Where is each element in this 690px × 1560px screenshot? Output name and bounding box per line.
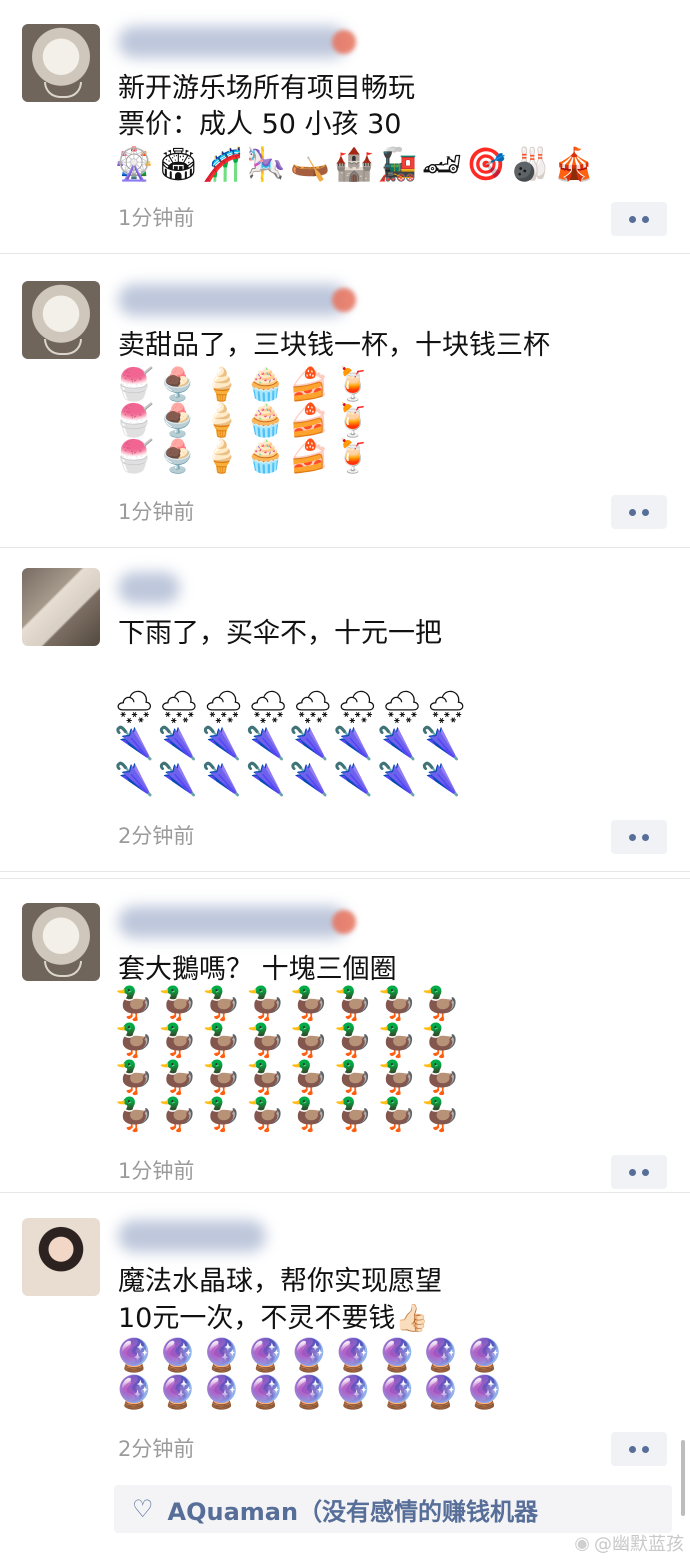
comment-text-line: 票价：成人 50 小孩 30 (118, 109, 402, 140)
emoji-row: 🍧🍨🍦🧁🍰🍹 (114, 401, 378, 439)
avatar[interactable] (22, 281, 100, 359)
more-dots-icon[interactable] (611, 820, 667, 854)
divider (0, 253, 690, 254)
watermark: ◉ @幽默蓝孩 (574, 1530, 684, 1556)
timestamp: 1分钟前 (118, 206, 195, 230)
emoji-row: 🌂🌂🌂🌂🌂🌂🌂🌂 (114, 760, 465, 798)
emoji-row: 🍧🍨🍦🧁🍰🍹 (114, 365, 378, 403)
divider (0, 547, 690, 548)
emoji-row: 🌂🌂🌂🌂🌂🌂🌂🌂 (114, 724, 465, 762)
timestamp: 2分钟前 (118, 824, 195, 848)
blurred-username[interactable] (118, 906, 348, 938)
weibo-icon: ◉ (574, 1532, 590, 1554)
comment-text-line: 10元一次，不灵不要钱👍🏻 (118, 1303, 429, 1334)
avatar[interactable] (22, 568, 100, 646)
comment-text-line: 下雨了，买伞不，十元一把 (118, 618, 442, 649)
emoji-row: 🎡🏟🎢🎠🛶🏰🚂🏎🎯🎳🎪 (114, 145, 598, 183)
blurred-name-emoji (332, 30, 356, 54)
avatar[interactable] (22, 24, 100, 102)
timestamp: 2分钟前 (118, 1437, 195, 1461)
likes-bar[interactable]: ♡ AQuaman（没有感情的赚钱机器 (114, 1485, 672, 1533)
comment-feed: 新开游乐场所有项目畅玩 票价：成人 50 小孩 30 🎡🏟🎢🎠🛶🏰🚂🏎🎯🎳🎪 1… (0, 0, 690, 1560)
more-dots-icon[interactable] (611, 1155, 667, 1189)
comment-text-line: 套大鵝嗎？ 十塊三個圈 (118, 954, 397, 985)
emoji-row: 🦆🦆🦆🦆🦆🦆🦆🦆 (114, 1095, 465, 1133)
divider (0, 871, 690, 872)
blurred-username[interactable] (118, 1220, 266, 1252)
timestamp: 1分钟前 (118, 500, 195, 524)
scrollbar[interactable] (681, 1440, 685, 1516)
watermark-text: @幽默蓝孩 (594, 1534, 684, 1555)
heart-icon: ♡ (132, 1495, 154, 1523)
avatar[interactable] (22, 1218, 100, 1296)
comment-text-line: 魔法水晶球，帮你实现愿望 (118, 1266, 442, 1297)
comment-text-line: 卖甜品了，三块钱一杯，十块钱三杯 (118, 330, 550, 361)
emoji-row: 🔮🔮🔮🔮🔮🔮🔮🔮🔮 (114, 1336, 509, 1374)
divider (0, 878, 690, 879)
emoji-row: 🌨🌨🌨🌨🌨🌨🌨🌨 (114, 688, 471, 726)
more-dots-icon[interactable] (611, 1432, 667, 1466)
blurred-username[interactable] (118, 26, 348, 58)
blurred-name-emoji (332, 910, 356, 934)
blurred-username[interactable] (118, 284, 348, 316)
avatar[interactable] (22, 903, 100, 981)
divider (0, 1192, 690, 1193)
emoji-row: 🦆🦆🦆🦆🦆🦆🦆🦆 (114, 1058, 465, 1096)
emoji-row: 🍧🍨🍦🧁🍰🍹 (114, 437, 378, 475)
more-dots-icon[interactable] (611, 202, 667, 236)
more-dots-icon[interactable] (611, 495, 667, 529)
emoji-row: 🔮🔮🔮🔮🔮🔮🔮🔮🔮 (114, 1373, 509, 1411)
emoji-row: 🦆🦆🦆🦆🦆🦆🦆🦆 (114, 1021, 465, 1059)
blurred-name-emoji (332, 288, 356, 312)
emoji-row: 🦆🦆🦆🦆🦆🦆🦆🦆 (114, 984, 465, 1022)
comment-text-line: 新开游乐场所有项目畅玩 (118, 73, 415, 104)
timestamp: 1分钟前 (118, 1159, 195, 1183)
blurred-username[interactable] (118, 572, 180, 604)
liker-name[interactable]: AQuaman（没有感情的赚钱机器 (168, 1492, 539, 1527)
